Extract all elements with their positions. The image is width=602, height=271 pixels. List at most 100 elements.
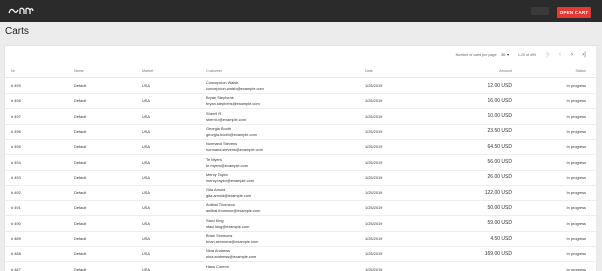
table-row[interactable]: # 488 Default USA Nina Andrews nina.andrews@… [5,246,596,263]
cart-name: Default [74,220,87,226]
cart-date: 1/25/2019 [365,190,383,196]
cart-date: 1/25/2019 [365,113,383,119]
customer-name: Concepcion Walsh [206,80,239,85]
cart-amount: 50.00 USD [487,204,512,211]
carts-table-card: Number of carts per page: 20 ▼ 1-20 of 4… [5,46,596,271]
customer-name: Gita Arnold [206,187,226,193]
customer-email: concepcion.walsh@example.com [206,86,264,91]
cart-market: USA [142,174,150,180]
cart-status: In progress [566,174,586,180]
cart-number: # 499 [11,83,21,88]
cart-date: 1/25/2019 [365,236,383,241]
cart-status: In progress [566,190,586,196]
cart-market: USA [142,128,150,134]
cart-status: In progress [566,220,586,226]
customer-email: sherril.r@example.com [206,116,247,122]
cart-amount: 23.50 USD [487,128,512,135]
customer-email: brian.simmons@example.com [206,239,259,244]
cart-status: In progress [566,205,586,211]
cart-amount: 169.00 USD [484,250,512,257]
customer-name: Hans Connor [206,263,229,269]
cart-date: 1/25/2019 [365,98,383,104]
table-row[interactable]: # 491 Default USA Aniibal Thomson aniibal.th… [5,200,596,217]
cart-status: In progress [566,266,586,271]
cart-market: USA [142,220,150,226]
cart-market: USA [142,83,150,88]
cart-status: In progress [566,251,586,257]
cart-status: In progress [566,236,586,241]
column-header-name[interactable]: Name [74,69,84,73]
column-header-market[interactable]: Market [142,69,153,73]
last-page-icon[interactable]: ›| [578,52,590,58]
table-row[interactable]: # 490 Default USA Staci King staci.king@exam… [5,216,596,232]
customer-email: normand.stevens@example.com [206,147,263,153]
customer-name: Staci King [206,217,224,223]
cart-market: USA [142,159,150,165]
table-row[interactable]: # 489 Default USA Brian Simmons brian.simmon… [5,231,596,247]
cart-name: Default [74,83,87,88]
cart-market: USA [142,144,150,150]
first-page-icon[interactable]: |‹ [542,52,554,58]
cart-name: Default [74,251,87,257]
rows-per-page-label: Number of carts per page: [455,53,498,57]
customer-name: Bryan Stephens [206,95,234,101]
table-row[interactable]: # 494 Default USA Te Myers te.myers@example.… [5,155,596,171]
page-title: Carts [5,26,29,37]
table-row[interactable]: # 495 Default USA Normand Stevens normand.st… [5,139,596,156]
cart-amount: 59.00 USD [487,220,512,227]
page-range: 1-20 of 499 [517,53,536,57]
cart-number: # 487 [11,266,21,271]
cart-number: # 489 [11,236,21,241]
cart-market: USA [142,190,150,196]
cart-amount: 4.50 USD [490,235,512,242]
customer-name: Normand Stevens [206,141,238,147]
column-header-amount[interactable]: Amount [499,69,512,73]
chevron-down-icon: ▼ [506,53,510,57]
column-header-nr[interactable]: Nr [11,69,15,73]
cart-number: # 493 [11,174,21,180]
cart-status: In progress [566,144,586,150]
cart-name: Default [74,98,87,104]
cart-name: Default [74,113,87,119]
prev-page-icon[interactable]: ‹ [554,52,566,58]
table-row[interactable]: # 492 Default USA Gita Arnold gita.arnold@ex… [5,185,596,202]
cart-number: # 490 [11,220,21,226]
cart-market: USA [142,98,150,104]
column-header-date[interactable]: Date [365,69,373,73]
logo[interactable] [8,5,34,17]
pagination: Number of carts per page: 20 ▼ 1-20 of 4… [456,50,590,60]
table-row[interactable]: # 498 Default USA Bryan Stephens bryan.steph… [5,93,596,110]
rows-per-page-select[interactable]: 20 ▼ [501,53,509,57]
scrollbar[interactable] [596,46,602,265]
table-row[interactable]: # 487 Default USA Hans Connor 1/25/2019 In pr… [5,262,596,271]
table-row[interactable]: # 499 Default USA Concepcion Walsh concepcio… [5,78,596,94]
user-menu[interactable] [531,7,549,15]
cart-status: In progress [566,128,586,134]
table-row[interactable]: # 497 Default USA Sherril Rsherril.r@exampl… [5,109,596,125]
cart-date: 1/25/2019 [365,144,383,150]
rows-per-page-value: 20 [501,53,506,57]
cart-name: Default [74,266,87,271]
open-cart-button[interactable]: OPEN CART [557,7,591,18]
customer-email: staci.king@example.com [206,223,250,229]
column-header-customer[interactable]: Customer [206,69,222,73]
cart-date: 1/25/2019 [365,205,383,211]
cart-amount: 64.50 USD [487,143,512,150]
column-header-status[interactable]: Status [576,69,586,73]
cart-market: USA [142,236,150,241]
table-row[interactable]: # 496 Default USA Georgia Booth georgia.boot… [5,124,596,140]
cart-status: In progress [566,159,586,165]
customer-email: bryan.stephens@example.com [206,101,260,107]
cart-amount: 16.00 USD [487,97,512,104]
table-row[interactable]: # 493 Default USA Mercy Taylor mercy.taylor@… [5,170,596,186]
cart-number: # 494 [11,159,21,165]
next-page-icon[interactable]: › [566,52,578,58]
cart-name: Default [74,205,87,211]
cart-name: Default [74,236,87,241]
table-header: Nr Name Market Customer Date Amount Stat… [5,65,596,78]
cart-amount: 122.00 USD [484,189,512,196]
cart-name: Default [74,190,87,196]
customer-email: gita.arnold@example.com [206,193,252,199]
top-app-bar: OPEN CART [0,0,602,22]
cart-date: 1/25/2019 [365,220,383,226]
